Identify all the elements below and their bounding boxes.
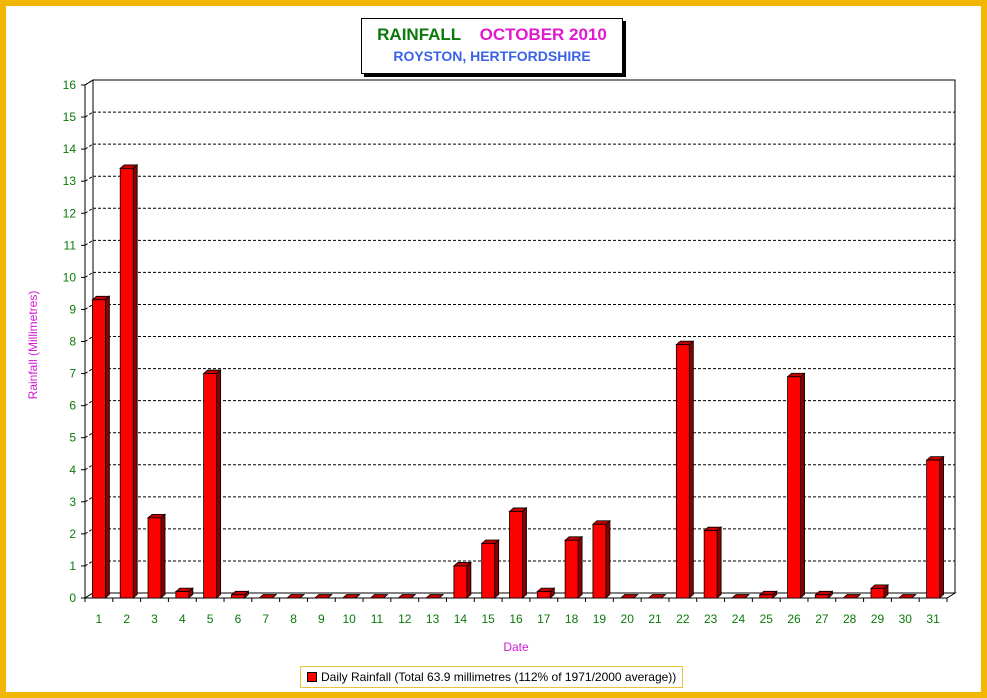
bar bbox=[925, 455, 945, 599]
bar bbox=[174, 587, 194, 599]
x-tick-label: 8 bbox=[290, 612, 297, 626]
rainfall-chart: 012345678910111213141516 1 2 3 4 5 6 7 8 9 10 11 12… bbox=[26, 78, 957, 654]
x-tick-label: 11 bbox=[371, 612, 384, 626]
bar bbox=[786, 372, 806, 599]
x-tick-label: 24 bbox=[732, 612, 746, 626]
y-tick-label: 12 bbox=[63, 206, 77, 220]
x-tick-label: 6 bbox=[235, 612, 242, 626]
x-tick-label: 27 bbox=[815, 612, 829, 626]
x-tick-label: 1 bbox=[96, 612, 103, 626]
y-axis-label: Rainfall (Millimetres) bbox=[26, 291, 40, 400]
x-tick-label: 13 bbox=[426, 612, 440, 626]
x-tick-label: 26 bbox=[787, 612, 801, 626]
x-tick-label: 28 bbox=[843, 612, 857, 626]
x-tick-label: 22 bbox=[676, 612, 690, 626]
x-tick-labels: 1 2 3 4 5 6 7 8 9 10 11 12 13 14 15 16 17 18 19 20 21 22 23 24 2… bbox=[96, 612, 941, 626]
x-axis-label: Date bbox=[503, 640, 529, 654]
legend-label: Daily Rainfall (Total 63.9 millimetres (… bbox=[321, 670, 677, 684]
x-tick-label: 9 bbox=[318, 612, 325, 626]
y-tick-label: 2 bbox=[69, 527, 76, 541]
bar bbox=[814, 590, 834, 599]
bar bbox=[758, 590, 778, 599]
legend-swatch bbox=[307, 672, 317, 682]
bar bbox=[703, 526, 723, 599]
x-tick-label: 3 bbox=[151, 612, 158, 626]
legend: Daily Rainfall (Total 63.9 millimetres (… bbox=[300, 666, 684, 688]
y-tick-label: 10 bbox=[63, 270, 77, 284]
x-tick-label: 30 bbox=[899, 612, 913, 626]
bar bbox=[202, 369, 222, 599]
bar bbox=[230, 590, 250, 599]
bar bbox=[480, 539, 500, 599]
x-tick-label: 19 bbox=[593, 612, 607, 626]
y-tick-label: 0 bbox=[69, 591, 76, 605]
x-tick-label: 12 bbox=[398, 612, 412, 626]
x-tick-label: 2 bbox=[123, 612, 130, 626]
x-tick-label: 4 bbox=[179, 612, 186, 626]
y-tick-label: 11 bbox=[64, 238, 77, 252]
y-tick-label: 7 bbox=[69, 367, 76, 381]
bar bbox=[675, 340, 695, 599]
y-tick-label: 4 bbox=[69, 463, 76, 477]
bar bbox=[869, 583, 890, 599]
x-tick-label: 7 bbox=[262, 612, 269, 626]
y-tick-label: 13 bbox=[63, 174, 77, 188]
x-tick-label: 5 bbox=[207, 612, 214, 626]
bar bbox=[508, 507, 528, 599]
bar bbox=[146, 513, 167, 599]
y-tick-label: 8 bbox=[69, 335, 76, 349]
x-tick-label: 23 bbox=[704, 612, 718, 626]
x-tick-label: 18 bbox=[565, 612, 579, 626]
bar bbox=[91, 295, 111, 599]
y-tick-label: 1 bbox=[69, 559, 76, 573]
y-tick-label: 6 bbox=[69, 399, 76, 413]
y-tick-label: 5 bbox=[69, 431, 76, 445]
y-tick-label: 15 bbox=[63, 110, 77, 124]
x-tick-label: 16 bbox=[509, 612, 523, 626]
x-tick-label: 31 bbox=[926, 612, 940, 626]
x-tick-label: 29 bbox=[871, 612, 885, 626]
x-tick-label: 15 bbox=[482, 612, 496, 626]
x-tick-label: 21 bbox=[648, 612, 662, 626]
y-tick-label: 14 bbox=[63, 142, 77, 156]
left-wall bbox=[84, 79, 94, 599]
x-tick-label: 25 bbox=[760, 612, 774, 626]
bar bbox=[536, 587, 556, 599]
y-tick-label: 16 bbox=[63, 78, 77, 92]
x-tick-label: 10 bbox=[342, 612, 356, 626]
x-tick-label: 20 bbox=[621, 612, 635, 626]
y-tick-labels: 012345678910111213141516 bbox=[63, 78, 77, 605]
x-tick-label: 17 bbox=[537, 612, 551, 626]
bar bbox=[119, 163, 139, 599]
x-tick-label: 14 bbox=[454, 612, 468, 626]
bar bbox=[591, 519, 611, 599]
y-tick-label: 3 bbox=[69, 495, 76, 509]
y-tick-label: 9 bbox=[69, 302, 76, 316]
bar bbox=[452, 561, 472, 599]
bar bbox=[564, 535, 584, 599]
